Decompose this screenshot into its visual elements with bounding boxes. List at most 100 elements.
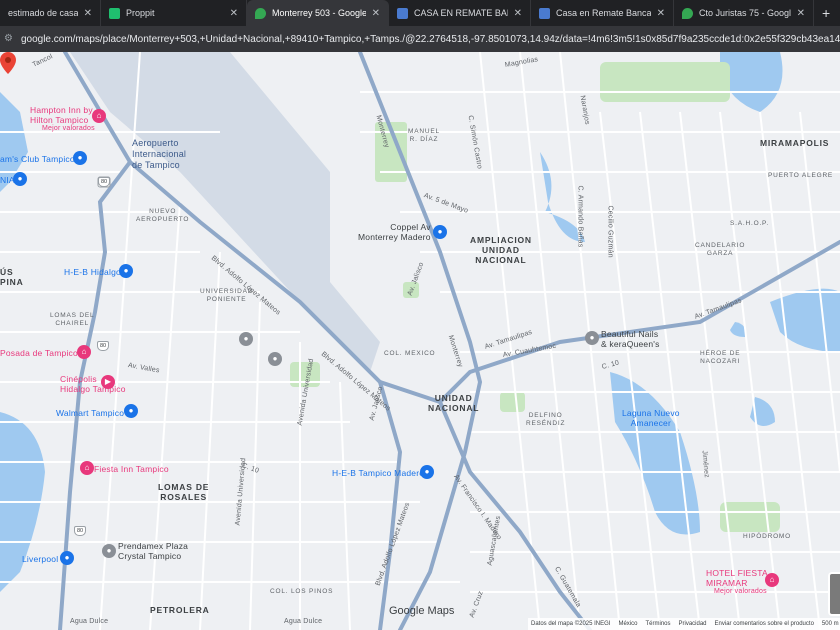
grocery-icon[interactable]: ● <box>420 465 434 479</box>
road-label: Agua Dulce <box>284 618 323 625</box>
poi-hotel-fiesta-miramar-rating: Mejor valorados <box>714 588 767 595</box>
close-tab-icon[interactable]: ✕ <box>230 8 238 19</box>
close-tab-icon[interactable]: ✕ <box>514 8 522 19</box>
maps-icon <box>255 7 266 19</box>
water-body-east <box>770 288 840 352</box>
tab-title: Casa en Remate Bancario | La <box>556 8 651 18</box>
area-candelario-garza: CANDELARIO GARZA <box>695 242 746 257</box>
neighborhood-ampliacion: AMPLIACION UNIDAD NACIONAL <box>470 235 532 265</box>
country-link[interactable]: México <box>618 621 637 627</box>
tab-strip: estimado de casas, ver ✕ Proppit ✕ Monte… <box>0 0 840 26</box>
tab-title: Cto Juristas 75 - Google Maps <box>699 8 791 18</box>
area-sahop: S.A.H.O.P. <box>730 220 769 227</box>
poi-hampton-inn[interactable]: Hampton Inn by Hilton Tampico <box>30 105 93 125</box>
neighborhood-partial-west: ÚS PINA <box>0 267 24 287</box>
area-hipodromo: HIPÓDROMO <box>743 533 792 540</box>
airport-label[interactable]: Aeropuerto Internacional de Tampico <box>132 138 186 171</box>
proppit-icon <box>109 7 120 19</box>
close-tab-icon[interactable]: ✕ <box>797 8 805 19</box>
close-tab-icon[interactable]: ✕ <box>657 8 665 19</box>
poi-walmart[interactable]: Walmart Tampico <box>56 408 124 418</box>
close-tab-icon[interactable]: ✕ <box>372 8 380 19</box>
site-settings-icon[interactable]: ⚙ <box>4 33 15 45</box>
maps-icon <box>682 7 693 19</box>
neighborhood-unidad-nacional: UNIDAD NACIONAL <box>428 393 480 413</box>
terms-link[interactable]: Términos <box>645 621 670 627</box>
tab-casa-remate-2[interactable]: Casa en Remate Bancario | La ✕ <box>531 0 674 26</box>
beauty-salon-icon[interactable]: ● <box>585 331 599 345</box>
location-pin-icon[interactable] <box>0 52 16 74</box>
hotel-icon[interactable]: ⌂ <box>765 573 779 587</box>
store-icon[interactable]: ● <box>102 544 116 558</box>
tab-proppit[interactable]: Proppit ✕ <box>101 0 247 26</box>
hotel-icon[interactable]: ⌂ <box>80 461 94 475</box>
shopping-icon[interactable]: ● <box>124 404 138 418</box>
park <box>500 392 525 412</box>
area-delfino-resendiz: DELFINO RESÉNDIZ <box>526 412 566 427</box>
neighborhood-lomas-de-rosales: LOMAS DE ROSALES <box>158 482 210 502</box>
url-text[interactable]: google.com/maps/place/Monterrey+503,+Uni… <box>21 34 840 45</box>
map-footer: Datos del mapa ©2025 INEGI México Términ… <box>528 618 840 630</box>
plus-icon: + <box>822 5 831 21</box>
poi-sams-club[interactable]: am's Club Tampico <box>0 154 75 164</box>
store-icon[interactable]: ● <box>433 225 447 239</box>
address-bar[interactable]: ⚙ google.com/maps/place/Monterrey+503,+U… <box>0 26 840 52</box>
highway-80-shield: 80 <box>74 526 86 536</box>
landmark-icon[interactable]: ● <box>268 352 282 366</box>
area-col-los-pinos: COL. LOS PINOS <box>270 588 334 595</box>
hotel-icon[interactable]: ⌂ <box>92 109 106 123</box>
tab-casa-remate[interactable]: CASA EN REMATE BANCARIO ✕ <box>389 0 531 26</box>
hotel-icon[interactable]: ⌂ <box>77 345 91 359</box>
scale-label[interactable]: 500 m <box>822 621 839 627</box>
shopping-icon[interactable]: ● <box>60 551 74 565</box>
new-tab-button[interactable]: + <box>814 0 840 26</box>
poi-fiesta-inn[interactable]: Fiesta Inn Tampico <box>94 464 169 474</box>
map-data-attribution: Datos del mapa ©2025 INEGI <box>531 621 611 627</box>
grocery-icon[interactable]: ● <box>119 264 133 278</box>
area-puerto-alegre: PUERTO ALEGRE <box>768 172 834 179</box>
highway-80-shield: 80 <box>98 177 110 187</box>
laguna-label[interactable]: Laguna Nuevo Amanecer <box>622 408 680 428</box>
house-icon <box>539 7 550 19</box>
poi-heb-tampico-madero[interactable]: H-E-B Tampico Madero <box>332 468 424 478</box>
shopping-icon[interactable]: ● <box>13 172 27 186</box>
road-label: Cecilio Guzmán <box>606 205 614 258</box>
tab-title: Monterrey 503 - Google Maps <box>272 8 366 18</box>
landmark-icon[interactable]: ● <box>239 332 253 346</box>
house-icon <box>397 7 408 19</box>
poi-prendamex[interactable]: Prendamex Plaza Crystal Tampico <box>118 541 188 561</box>
poi-posada-de-tampico[interactable]: Posada de Tampico <box>0 348 78 358</box>
close-tab-icon[interactable]: ✕ <box>84 8 92 19</box>
area-heroe-de-nacozari: HÉROE DE NACOZARI <box>700 350 741 365</box>
feedback-link[interactable]: Enviar comentarios sobre el producto <box>715 621 814 627</box>
park <box>600 62 730 102</box>
street-view-thumbnail[interactable] <box>828 572 840 616</box>
poi-coppel[interactable]: Coppel Av Monterrey Madero <box>358 222 431 242</box>
neighborhood-miramapolis: MIRAMAPOLIS <box>760 138 830 148</box>
tab-title: Proppit <box>126 8 155 18</box>
cinema-icon[interactable]: ▶ <box>101 375 115 389</box>
tab-title: estimado de casas, ver <box>8 8 78 18</box>
poi-hotel-fiesta-miramar[interactable]: HOTEL FIESTA MIRAMAR <box>706 568 768 588</box>
poi-liverpool[interactable]: Liverpool <box>22 554 58 564</box>
tab-monterrey-maps[interactable]: Monterrey 503 - Google Maps ✕ <box>247 0 389 26</box>
area-col-mexico: COL. MEXICO <box>384 350 436 357</box>
road-label: Agua Dulce <box>70 618 109 625</box>
tab-title: CASA EN REMATE BANCARIO <box>414 8 508 18</box>
road-label: C. Armando Bañas <box>576 185 584 248</box>
poi-heb-hidalgo[interactable]: H-E-B Hidalgo <box>64 267 121 277</box>
privacy-link[interactable]: Privacidad <box>679 621 707 627</box>
poi-beautiful-nails[interactable]: Beautiful Nails & keraQueen's <box>601 329 660 349</box>
water-pond-right2 <box>730 322 746 337</box>
neighborhood-petrolera: PETROLERA <box>150 605 210 615</box>
shopping-icon[interactable]: ● <box>73 151 87 165</box>
map-canvas[interactable]: AMPLIACION UNIDAD NACIONAL UNIDAD NACION… <box>0 52 840 630</box>
poi-hampton-inn-rating: Mejor valorados <box>42 125 95 132</box>
poi-cinepolis[interactable]: Cinépolis Hidalgo Tampico <box>60 374 126 394</box>
area-manuel-r-diaz: MANUEL R. DÍAZ <box>408 128 440 143</box>
highway-80-shield: 80 <box>97 341 109 351</box>
google-maps-logo: Google Maps <box>389 605 455 617</box>
tab-cto-juristas[interactable]: Cto Juristas 75 - Google Maps ✕ <box>674 0 814 26</box>
tab-estimado[interactable]: estimado de casas, ver ✕ <box>0 0 101 26</box>
area-nuevo-aeropuerto: NUEVO AEROPUERTO <box>136 208 190 223</box>
